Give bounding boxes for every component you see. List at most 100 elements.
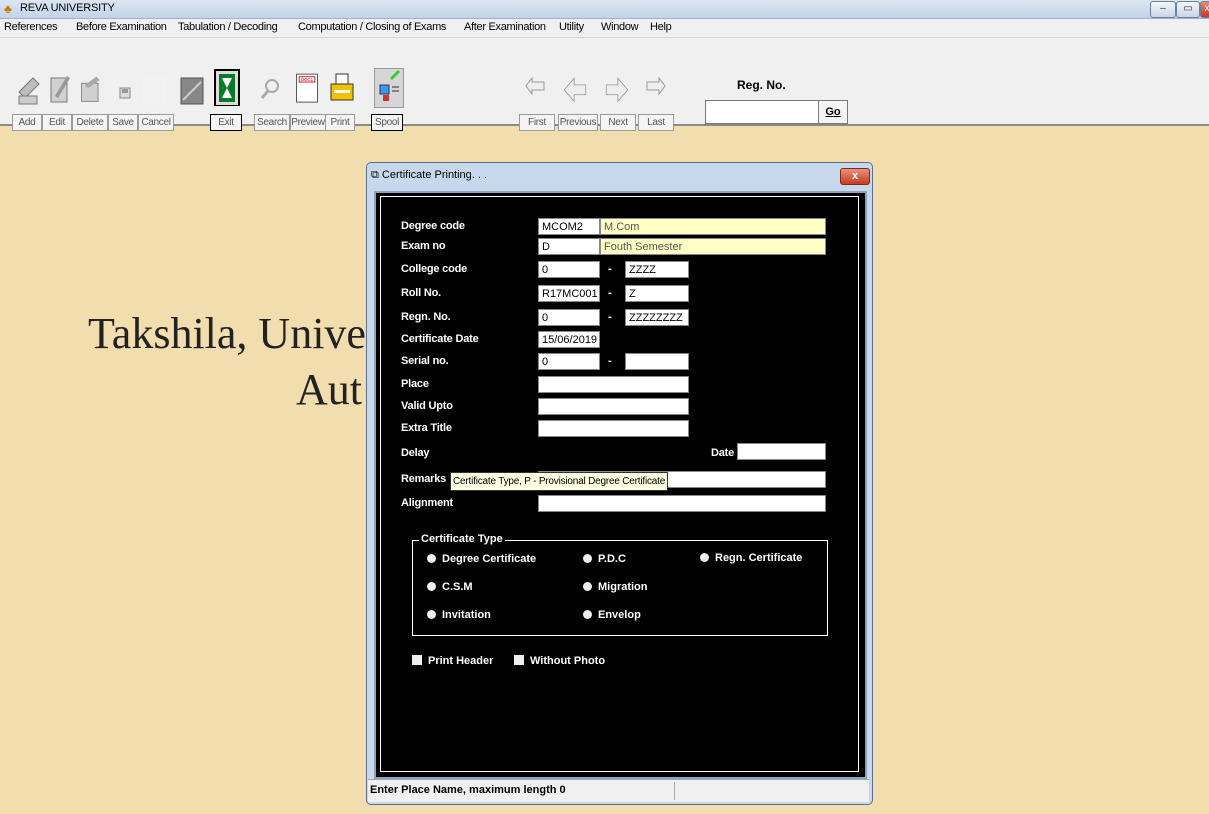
app-icon: ♣ xyxy=(4,2,12,16)
regn-no-label: Regn. No. xyxy=(401,311,451,323)
certificate-type-tooltip: Certificate Type, P - Provisional Degree… xyxy=(450,472,669,491)
roll-no-dash: - xyxy=(608,287,612,299)
add-icon xyxy=(18,77,40,105)
delay-label: Delay xyxy=(401,447,430,459)
first-icon xyxy=(525,76,545,96)
college-code-dash: - xyxy=(608,263,612,275)
certificate-type-group: Certificate Type Degree Certificate P.D.… xyxy=(412,533,828,636)
without-photo-checkbox[interactable]: Without Photo xyxy=(514,655,605,667)
alignment-input[interactable] xyxy=(538,495,826,512)
radio-regn-certificate[interactable]: Regn. Certificate xyxy=(700,552,802,564)
regn-no-dash: - xyxy=(608,311,612,323)
maximize-button[interactable]: ▭ xyxy=(1176,1,1200,18)
background-heading-line2: Aut xyxy=(296,365,362,414)
date-input[interactable] xyxy=(737,443,826,460)
roll-no-label: Roll No. xyxy=(401,287,441,299)
status-text: Enter Place Name, maximum length 0 xyxy=(370,784,566,796)
svg-text:DOC1: DOC1 xyxy=(301,77,314,82)
exit-icon xyxy=(214,69,240,106)
menu-before-examination[interactable]: Before Examination xyxy=(76,21,167,33)
arrow-left-icon xyxy=(563,77,587,103)
degree-name-display: M.Com xyxy=(600,218,826,235)
delete-icon xyxy=(81,76,100,102)
exam-name-display: Fouth Semester xyxy=(600,238,826,255)
college-name-display: ZZZZ xyxy=(625,261,689,278)
dialog-close-button[interactable]: x xyxy=(840,168,870,185)
regno-input[interactable] xyxy=(705,100,819,124)
go-button[interactable]: Go xyxy=(818,100,848,124)
degree-code-input[interactable]: MCOM2 xyxy=(538,218,600,235)
dialog-body: Degree code MCOM2 M.Com Exam no D Fouth … xyxy=(374,191,867,779)
cancel-icon xyxy=(143,76,167,104)
background-heading-line1: Takshila, Unive xyxy=(88,309,366,358)
radio-dot-icon xyxy=(427,610,436,619)
minimize-button[interactable]: – xyxy=(1150,1,1176,18)
dialog-icon: ⧉ xyxy=(371,169,382,181)
menu-window[interactable]: Window xyxy=(601,21,639,33)
certificate-type-legend: Certificate Type xyxy=(419,533,505,545)
arrow-right-icon xyxy=(605,77,629,103)
menu-after-examination[interactable]: After Examination xyxy=(464,21,546,33)
spool-icon xyxy=(374,68,404,108)
radio-dot-icon xyxy=(583,582,592,591)
search-icon xyxy=(260,79,279,99)
certificate-date-label: Certificate Date xyxy=(401,333,479,345)
college-code-label: College code xyxy=(401,263,468,275)
serial-no-suffix-input[interactable] xyxy=(625,353,689,370)
radio-dot-icon xyxy=(583,554,592,563)
radio-dot-icon xyxy=(583,610,592,619)
title-bar: ♣ REVA UNIVERSITY – ▭ x xyxy=(0,0,1209,19)
status-separator xyxy=(674,782,675,800)
regn-no-input[interactable]: 0 xyxy=(538,309,600,326)
serial-no-input[interactable]: 0 xyxy=(538,353,600,370)
degree-code-label: Degree code xyxy=(401,220,465,232)
valid-upto-label: Valid Upto xyxy=(401,400,453,412)
certificate-printing-dialog: ⧉ Certificate Printing. . . x Degree cod… xyxy=(366,162,873,805)
valid-upto-input[interactable] xyxy=(538,398,689,415)
last-icon xyxy=(646,76,666,96)
place-input[interactable] xyxy=(538,376,689,393)
place-label: Place xyxy=(401,378,429,390)
radio-migration[interactable]: Migration xyxy=(583,581,648,593)
dialog-status-bar: Enter Place Name, maximum length 0 xyxy=(368,779,869,802)
exam-no-input[interactable]: D xyxy=(538,238,600,255)
checkbox-icon xyxy=(412,655,422,665)
exam-no-label: Exam no xyxy=(401,240,446,252)
certificate-date-input[interactable]: 15/06/2019 xyxy=(538,331,600,348)
window-title: REVA UNIVERSITY xyxy=(20,2,115,14)
close-window-button[interactable]: x xyxy=(1200,1,1209,18)
menu-computation-closing[interactable]: Computation / Closing of Exams xyxy=(298,21,446,33)
radio-invitation[interactable]: Invitation xyxy=(427,609,491,621)
menu-tabulation-decoding[interactable]: Tabulation / Decoding xyxy=(178,21,278,33)
regn-name-display: ZZZZZZZZ xyxy=(625,309,689,326)
menu-references[interactable]: References xyxy=(4,21,58,33)
radio-dot-icon xyxy=(427,554,436,563)
save-icon xyxy=(119,87,131,99)
extra-title-label: Extra Title xyxy=(401,422,452,434)
radio-dot-icon xyxy=(700,553,709,562)
regno-label: Reg. No. xyxy=(737,78,786,92)
college-code-input[interactable]: 0 xyxy=(538,261,600,278)
print-header-checkbox[interactable]: Print Header xyxy=(412,655,493,667)
radio-degree-certificate[interactable]: Degree Certificate xyxy=(427,553,536,565)
extra-title-input[interactable] xyxy=(538,420,689,437)
date-label: Date xyxy=(711,447,735,459)
serial-no-dash: - xyxy=(608,355,612,367)
radio-csm[interactable]: C.S.M xyxy=(427,581,473,593)
radio-dot-icon xyxy=(427,582,436,591)
roll-name-display: Z xyxy=(625,285,689,302)
menu-utility[interactable]: Utility xyxy=(559,21,584,33)
serial-no-label: Serial no. xyxy=(401,355,449,367)
alignment-label: Alignment xyxy=(401,497,453,509)
roll-no-input[interactable]: R17MC001 xyxy=(538,285,600,302)
radio-pdc[interactable]: P.D.C xyxy=(583,553,626,565)
dialog-title: ⧉ Certificate Printing. . . xyxy=(371,169,488,181)
radio-envelop[interactable]: Envelop xyxy=(583,609,641,621)
edit-icon xyxy=(50,76,70,103)
document-preview-icon: DOC1 xyxy=(296,73,318,103)
remarks-label: Remarks xyxy=(401,473,447,485)
menu-bar: References Before Examination Tabulation… xyxy=(0,19,1209,38)
checkbox-icon xyxy=(514,655,524,665)
window-icon xyxy=(180,77,204,105)
menu-help[interactable]: Help xyxy=(650,21,672,33)
